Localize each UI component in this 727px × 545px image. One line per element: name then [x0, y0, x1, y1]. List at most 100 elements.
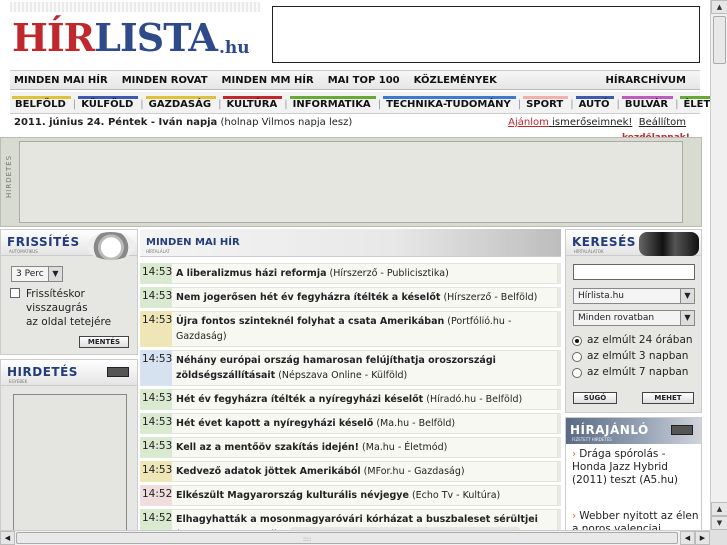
radio-3d-label: az elmúlt 3 napban — [587, 350, 689, 362]
news-time: 14:53 — [140, 413, 172, 434]
nav-separator: | — [377, 99, 382, 110]
banner-ad-slot[interactable] — [19, 141, 683, 223]
help-button[interactable]: SÚGÓ — [573, 392, 617, 404]
news-row[interactable]: 14:53 Hét évet kapott a nyíregyházi késel… — [140, 413, 561, 434]
news-source: (MFor.hu - Gazdaság) — [360, 466, 465, 477]
news-row[interactable]: 14:53 Nem jogerősen hét év fegyházra ítél… — [140, 287, 561, 308]
news-text: Néhány európai ország hamarosan felújíth… — [172, 350, 558, 386]
category-item[interactable]: INFORMATIKA — [289, 96, 376, 113]
category-item[interactable]: GAZDASÁG — [145, 96, 217, 113]
news-text: Kell az a mentőöv szakítás idején! (Ma.h… — [172, 437, 558, 458]
news-column: MINDEN MAI HÍR HÍRTALÁLAT 14:53 A liberal… — [140, 229, 561, 545]
save-button[interactable]: MENTÉS — [79, 336, 129, 348]
category-nav: BELFÖLD | KÜLFÖLD | GAZDASÁG | KULTÚRA | INFORMA… — [10, 92, 727, 114]
search-section-select[interactable]: Minden rovatban ▼ — [573, 310, 695, 326]
vertical-scroll-thumb[interactable] — [713, 16, 726, 64]
scroll-up-arrow-icon[interactable]: ▲ — [711, 502, 727, 516]
news-headline-link[interactable]: Nem jogerősen hét év fegyházra ítélték a… — [176, 292, 440, 303]
close-icon[interactable] — [107, 367, 129, 377]
news-text: Hét év fegyházra ítélték a nyíregyházi k… — [172, 389, 558, 410]
nav-item-hirarchivum[interactable]: HÍRARCHÍVUM — [606, 75, 686, 86]
set-homepage-link[interactable]: Beállítom — [639, 117, 686, 128]
main-nav: MINDEN MAI HÍR MINDEN ROVAT MINDEN MM HÍ… — [10, 70, 700, 90]
news-headline-link[interactable]: Hét év fegyházra ítélték a nyíregyházi k… — [176, 394, 423, 405]
go-button[interactable]: MEHET — [642, 392, 694, 404]
nav-separator: | — [218, 99, 222, 110]
news-source: (Hírszerző - Publicisztika) — [326, 268, 449, 279]
news-time: 14:53 — [140, 311, 172, 347]
radio-3d[interactable] — [572, 352, 582, 362]
news-text: Nem jogerősen hét év fegyházra ítélték a… — [172, 287, 558, 308]
news-row[interactable]: 14:53 Hét év fegyházra ítélték a nyíregyh… — [140, 389, 561, 410]
news-headline-link[interactable]: Hét évet kapott a nyíregyházi késelő — [176, 418, 373, 429]
recommend-panel: HÍRAJÁNLÓ FIZETETT HIRDETÉS › Drága spóro… — [565, 417, 702, 541]
refresh-title: FRISSÍTÉS — [7, 235, 80, 249]
news-source: (Hírszerző - Belföld) — [440, 292, 538, 303]
nav-separator: | — [284, 99, 288, 110]
news-headline-link[interactable]: Kell az a mentőöv szakítás idején! — [176, 442, 359, 453]
nav-item-minden-rovat[interactable]: MINDEN ROVAT — [122, 75, 208, 86]
recommend-link[interactable]: Ajánlom — [508, 117, 549, 128]
category-item[interactable]: BELFÖLD — [12, 96, 71, 113]
news-source: (Ma.hu - Életmód) — [359, 442, 448, 453]
chevron-down-icon: ▼ — [680, 311, 694, 325]
search-input[interactable] — [573, 264, 695, 280]
category-item[interactable]: BULVÁR — [621, 96, 674, 113]
news-headline-link[interactable]: Elhagyhatták a mosonmagyaróvári kórházat… — [176, 514, 538, 525]
vertical-scrollbar[interactable]: ▲ ▲ ▼ — [710, 0, 727, 530]
news-source: (Echo Tv - Kultúra) — [408, 490, 501, 501]
ad-slot[interactable] — [13, 394, 127, 540]
news-source: (Népszava Online - Külföld) — [275, 370, 408, 381]
news-row[interactable]: 14:52 Elkészült Magyarország kulturális n… — [140, 485, 561, 506]
search-site-select[interactable]: Hírlista.hu ▼ — [573, 288, 695, 304]
scroll-left-arrow-icon[interactable]: ◀ — [680, 531, 695, 545]
news-headline-link[interactable]: Elkészült Magyarország kulturális névjeg… — [176, 490, 409, 501]
news-headline-link[interactable]: Újra fontos szinteknél folyhat a csata A… — [176, 316, 444, 327]
refresh-interval-select[interactable]: 3 Perc ▼ — [11, 266, 63, 282]
scroll-right-arrow-icon[interactable]: ▶ — [695, 531, 710, 545]
news-row[interactable]: 14:53 Újra fontos szinteknél folyhat a cs… — [140, 311, 561, 347]
binoculars-icon — [639, 232, 699, 256]
news-headline-link[interactable]: Kedvező adatok jöttek Amerikából — [176, 466, 361, 477]
scroll-down-arrow-icon[interactable]: ▼ — [711, 516, 727, 530]
category-item[interactable]: AUTÓ — [575, 96, 615, 113]
scroll-left-arrow-icon[interactable]: ◀ — [0, 531, 15, 545]
browser-viewport: HÍRLISTA .hu MINDEN MAI HÍR MINDEN ROVAT… — [0, 0, 727, 545]
horizontal-scrollbar[interactable]: ◀ :::: ◀ ▶ — [0, 530, 710, 545]
news-subtitle: HÍRTALÁLAT — [146, 249, 170, 254]
radio-24h[interactable] — [572, 336, 582, 346]
nav-item-minden-mai-hir[interactable]: MINDEN MAI HÍR — [14, 75, 108, 86]
nav-item-minden-mm-hir[interactable]: MINDEN MM HÍR — [222, 75, 314, 86]
news-time: 14:53 — [140, 350, 172, 386]
news-headline-link[interactable]: A liberalizmus házi reformja — [176, 268, 326, 279]
radio-24h-label: az elmúlt 24 órában — [587, 334, 693, 346]
search-header: KERESÉS HÍRTALÁLATOK — [566, 230, 701, 256]
scroll-top-checkbox[interactable] — [10, 288, 20, 298]
radio-7d[interactable] — [572, 368, 582, 378]
news-row[interactable]: 14:53 Néhány európai ország hamarosan fel… — [140, 350, 561, 386]
clock-icon — [87, 232, 135, 260]
news-row[interactable]: 14:53 Kedvező adatok jöttek Amerikából (M… — [140, 461, 561, 482]
header-ad-box[interactable] — [272, 6, 700, 63]
date-line: 2011. június 24. Péntek - Iván napja (ho… — [14, 117, 700, 133]
refresh-subtitle: AUTOMATIKUS — [9, 249, 38, 254]
logo-text: HÍRLISTA — [12, 15, 218, 60]
news-text: A liberalizmus házi reformja (Hírszerző … — [172, 263, 558, 284]
nav-separator: | — [675, 99, 679, 110]
news-row[interactable]: 14:53 Kell az a mentőöv szakítás idején! … — [140, 437, 561, 458]
recommend-item[interactable]: › Drága spórolás - Honda Jazz Hybrid (201… — [572, 448, 700, 487]
horizontal-scroll-thumb[interactable]: :::: — [16, 532, 678, 544]
nav-item-mai-top-100[interactable]: MAI TOP 100 — [328, 75, 400, 86]
search-subtitle: HÍRTALÁLATOK — [574, 249, 604, 254]
category-item[interactable]: TECHNIKA-TUDOMÁNY — [383, 96, 516, 113]
nav-item-kozlemenyek[interactable]: KÖZLEMÉNYEK — [414, 75, 497, 86]
close-icon[interactable] — [671, 425, 693, 435]
site-logo[interactable]: HÍRLISTA .hu — [10, 2, 260, 64]
category-item[interactable]: SPORT — [523, 96, 569, 113]
scroll-up-arrow-icon[interactable]: ▲ — [711, 0, 727, 14]
category-item[interactable]: KULTÚRA — [223, 96, 283, 113]
recommend-rest-link[interactable]: ismerőseimnek! — [549, 117, 632, 128]
category-item[interactable]: KÜLFÖLD — [78, 96, 139, 113]
nav-separator: | — [72, 99, 77, 110]
news-row[interactable]: 14:53 A liberalizmus házi reformja (Hírsz… — [140, 263, 561, 284]
